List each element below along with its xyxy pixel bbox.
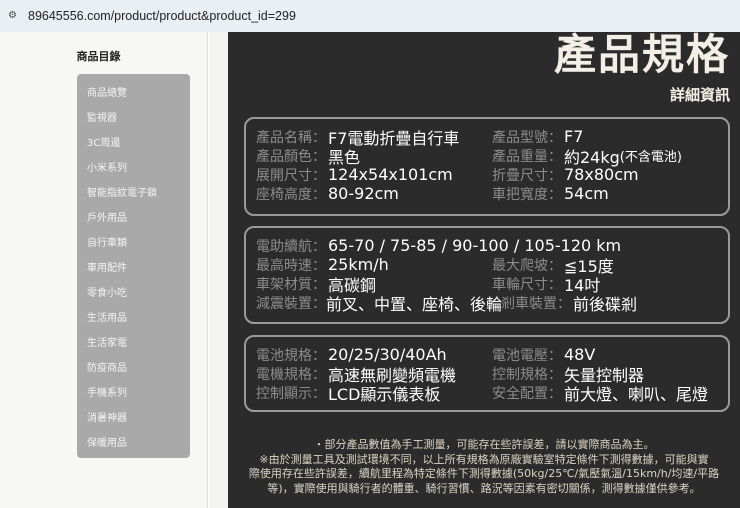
spec-value: 前大燈、喇叭、尾燈 <box>564 384 709 404</box>
spec-label: 車把寬度： <box>492 186 562 203</box>
spec-value: 80-92cm <box>328 184 399 203</box>
sidebar-item[interactable]: 防疫商品 <box>77 357 190 382</box>
sidebar-item[interactable]: 小米系列 <box>77 157 190 182</box>
spec-item: 座椅高度： 80-92cm <box>256 184 492 204</box>
spec-label: 產品重量： <box>492 148 562 165</box>
disclaimer-line: ※由於測量工具及測試環境不同，以上所有規格為原廠實驗室特定條件下測得數據，可能與… <box>259 452 709 466</box>
spec-label: 減震裝置： <box>256 295 326 312</box>
disclaimer-line: 等)，實際使用與騎行者的體重、騎行習慣、路況等因素有密切關係，測得數據僅供參考。 <box>267 481 701 495</box>
category-menu: 商品總覽 監視器 3C周邊 小米系列 智能指紋電子鎖 戶外用品 自行車類 車用配件 零食小吃 生活… <box>77 74 190 458</box>
sidebar-item[interactable]: 戶外用品 <box>77 207 190 232</box>
spec-label: 剎車裝置： <box>501 295 571 312</box>
spec-label: 折疊尺寸： <box>492 167 562 184</box>
sidebar-item[interactable]: 3C周邊 <box>77 132 190 157</box>
sidebar-item[interactable]: 保暖用品 <box>77 432 190 457</box>
spec-row: 座椅高度： 80-92cm 車把寬度： 54cm <box>256 184 728 203</box>
spec-label: 展開尺寸： <box>256 167 326 184</box>
url-text[interactable]: 89645556.com/product/product&product_id=… <box>28 9 296 23</box>
disclaimer: ・部分產品數值為手工測量，可能存在些許誤差，請以實際商品為主。 ※由於測量工具及… <box>228 438 740 496</box>
spec-label: 座椅高度： <box>256 186 326 203</box>
spec-value: 124x54x101cm <box>328 165 453 184</box>
spec-group: 產品名稱： F7電動折疊自行車 產品型號： F7 產品顏色： 黑色 產品重量： 約24kg (不… <box>244 117 730 216</box>
spec-subtitle: 詳細資訊 <box>669 86 730 104</box>
spec-item: 剎車裝置： 前後碟剎 <box>501 291 728 315</box>
spec-value: 78x80cm <box>564 165 639 184</box>
spec-label: 產品顏色： <box>256 148 326 165</box>
spec-value: 前叉、中置、座椅、後輪 <box>326 294 503 314</box>
spec-note: (不含電池) <box>619 150 682 165</box>
site-info-icon[interactable]: ⚙ <box>8 10 20 22</box>
spec-row: 控制顯示： LCD顯示儀表板 安全配置： 前大燈、喇叭、尾燈 <box>256 381 728 405</box>
sidebar-item[interactable]: 自行車類 <box>77 232 190 257</box>
spec-item: 減震裝置： 前叉、中置、座椅、後輪 <box>256 291 503 315</box>
spec-value: 54cm <box>564 184 609 203</box>
sidebar-item[interactable]: 零食小吃 <box>77 282 190 307</box>
spec-item: 控制顯示： LCD顯示儀表板 <box>256 381 492 405</box>
gutter <box>209 32 228 508</box>
spec-value: LCD顯示儀表板 <box>328 384 441 404</box>
spec-group: 電池規格： 20/25/30/40Ah 電池電壓： 48V 電機規格： 高速無刷變頻電機控… <box>244 335 730 412</box>
sidebar-item[interactable]: 生活家電 <box>77 332 190 357</box>
sidebar-item[interactable]: 商品總覽 <box>77 82 190 107</box>
spec-value: 前後碟剎 <box>573 294 638 314</box>
spec-label: 控制顯示： <box>256 385 326 402</box>
disclaimer-line: 際使用存在些許誤差，續航里程為特定條件下測得數據(50kg/25℃/氣壓氣溫/1… <box>248 467 720 480</box>
sidebar-item[interactable]: 車用配件 <box>77 257 190 282</box>
sidebar-title: 商品目錄 <box>76 50 121 63</box>
sidebar-item[interactable]: 智能指紋電子鎖 <box>77 182 190 207</box>
sidebar-item[interactable]: 監視器 <box>77 107 190 132</box>
sidebar: 商品目錄 商品總覽 監視器 3C周邊 小米系列 智能指紋電子鎖 戶外用品 自行車類 車用配件零… <box>0 32 208 508</box>
spec-item: 展開尺寸： 124x54x101cm <box>256 165 492 185</box>
spec-item: 折疊尺寸： 78x80cm <box>492 165 728 185</box>
spec-title: 產品規格 <box>553 30 730 79</box>
spec-row: 展開尺寸： 124x54x101cm 折疊尺寸： 78x80cm <box>256 165 728 184</box>
spec-row: 產品顏色： 黑色 產品重量： 約24kg (不含電池) <box>256 146 728 167</box>
spec-label: 電助續航： <box>256 238 326 255</box>
address-bar[interactable]: ⚙ 89645556.com/product/product&product_i… <box>0 0 740 32</box>
spec-panel: 產品規格 詳細資訊 產品名稱： F7電動折疊自行車 產品型號： F7 產品顏色： 黑色 產品… <box>228 32 740 508</box>
sidebar-item[interactable]: 消暑神器 <box>77 407 190 432</box>
spec-row: 減震裝置： 前叉、中置、座椅、後輪 剎車裝置： 前後碟剎 <box>256 291 728 315</box>
spec-label: 安全配置： <box>492 385 562 402</box>
spec-item: 安全配置： 前大燈、喇叭、尾燈 <box>492 381 728 405</box>
spec-group: 電助續航： 65-70 / 75-85 / 90-100 / 105-120 km… <box>244 226 730 324</box>
disclaimer-line: ・部分產品數值為手工測量，可能存在些許誤差，請以實際商品為主。 <box>313 438 655 451</box>
sidebar-item[interactable]: 生活用品 <box>77 307 190 332</box>
sidebar-item[interactable]: 手機系列 <box>77 382 190 407</box>
spec-item: 車把寬度： 54cm <box>492 184 728 204</box>
